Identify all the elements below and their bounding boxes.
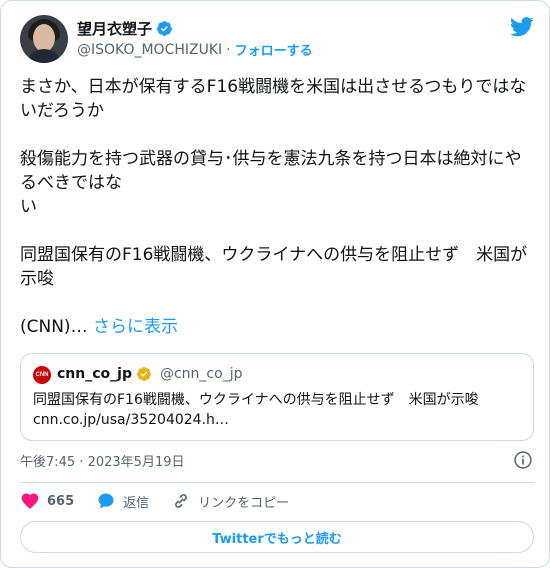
separator-dot: · [226, 41, 231, 58]
action-bar: 665 返信 リンクをコピー [20, 490, 311, 512]
reply-button[interactable]: 返信 [96, 491, 149, 511]
author-display-name[interactable]: 望月衣塑子 [77, 18, 152, 39]
copy-link-label: リンクをコピー [198, 495, 290, 511]
cnn-logo: CNN [33, 366, 51, 384]
quote-text: 同盟国保有のF16戦闘機、ウクライナへの供与を阻止せず 米国が示唆 cnn.co… [33, 392, 479, 428]
twitter-bird-icon[interactable] [510, 17, 534, 37]
tweet-timestamp[interactable]: 午後7:45 · 2023年5月19日 [20, 451, 185, 470]
quote-author-name: cnn_co_jp [57, 366, 132, 382]
likes-count: 665 [47, 493, 75, 509]
like-button[interactable]: 665 [20, 491, 74, 511]
author-handle-row: @ISOKO_MOCHIZUKI · フォローする [77, 40, 313, 60]
read-more-button[interactable]: Twitterでもっと読む [20, 521, 534, 553]
tweet-body: まさか、日本が保有するF16戦闘機を米国は出させるつもりではないだろうか 殺傷能… [20, 75, 535, 339]
author-handle[interactable]: @ISOKO_MOCHIZUKI [77, 42, 222, 58]
quoted-tweet[interactable]: CNN cnn_co_jp @cnn_co_jp 同盟国保有のF16戦闘機、ウク… [20, 353, 534, 441]
quote-author-handle: @cnn_co_jp [159, 366, 243, 382]
copy-link-button[interactable]: リンクをコピー [171, 491, 289, 511]
verified-badge-icon [157, 21, 172, 36]
read-more-label: Twitterでもっと読む [212, 531, 342, 547]
heart-icon [21, 493, 39, 509]
show-more-link[interactable]: さらに表示 [93, 317, 178, 337]
quote-author-row: cnn_co_jp @cnn_co_jp [57, 366, 242, 382]
follow-button[interactable]: フォローする [235, 40, 313, 59]
info-icon[interactable] [513, 450, 533, 470]
avatar[interactable] [20, 15, 68, 63]
cnn-logo-text: CNN [35, 372, 49, 378]
divider [20, 482, 534, 483]
gold-verified-badge-icon [136, 367, 151, 381]
tweet-card: 望月衣塑子 @ISOKO_MOCHIZUKI · フォローする まさか、日本が保… [0, 0, 550, 568]
link-icon [175, 494, 188, 508]
author-name-row: 望月衣塑子 [77, 18, 173, 39]
tweet-text: まさか、日本が保有するF16戦闘機を米国は出させるつもりではないだろうか 殺傷能… [20, 77, 528, 337]
reply-label: 返信 [123, 495, 150, 511]
reply-bubble-icon [98, 493, 114, 509]
